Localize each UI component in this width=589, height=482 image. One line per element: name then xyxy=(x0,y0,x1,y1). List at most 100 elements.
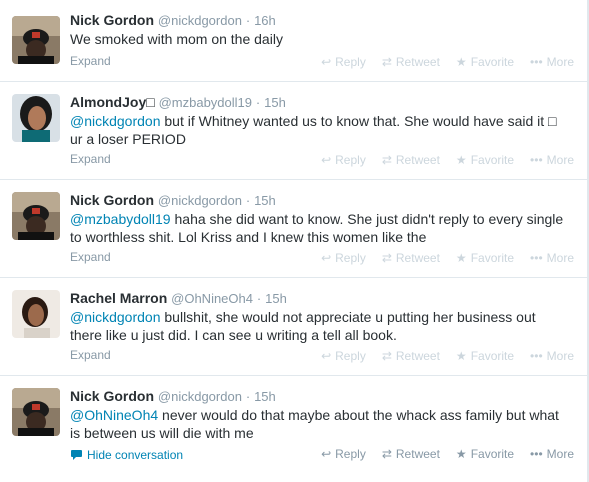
tweet-text: @mzbabydoll19 haha she did want to know.… xyxy=(70,210,575,246)
reply-icon: ↩ xyxy=(321,251,332,265)
more-label: More xyxy=(546,447,574,461)
tweet-header: Nick Gordon @nickdgordon · 16h xyxy=(70,11,276,30)
timestamp[interactable]: 15h xyxy=(265,291,287,306)
timestamp[interactable]: 16h xyxy=(254,13,276,28)
tweet[interactable]: AlmondJoy□ @mzbabydoll19 · 15h @nickdgor… xyxy=(0,82,587,180)
separator: · xyxy=(245,13,251,28)
separator: · xyxy=(245,193,251,208)
username[interactable]: @nickdgordon xyxy=(158,193,242,208)
tweet-text-line: is between us will die with me xyxy=(70,425,254,441)
username[interactable]: @nickdgordon xyxy=(158,13,242,28)
star-icon: ★ xyxy=(455,251,467,265)
reply-button[interactable]: ↩ Reply xyxy=(321,153,366,167)
username[interactable]: @nickdgordon xyxy=(158,389,242,404)
favorite-button[interactable]: ★ Favorite xyxy=(456,55,514,69)
avatar[interactable] xyxy=(12,290,60,338)
reply-button[interactable]: ↩ Reply xyxy=(321,251,366,265)
fullname[interactable]: Nick Gordon xyxy=(70,192,154,208)
hide-conversation-label: Hide conversation xyxy=(87,448,184,462)
mention-link[interactable]: @nickdgordon xyxy=(70,309,161,325)
tweet-text: @nickdgordon but if Whitney wanted us to… xyxy=(70,112,575,148)
favorite-button[interactable]: ★ Favorite xyxy=(456,447,514,461)
tweet[interactable]: Nick Gordon @nickdgordon · 16h We smoked… xyxy=(0,0,587,82)
more-dots-icon: ••• xyxy=(530,153,543,167)
tweet-header: Nick Gordon @nickdgordon · 15h xyxy=(70,387,276,406)
avatar[interactable] xyxy=(12,94,60,142)
favorite-label: Favorite xyxy=(470,349,515,363)
reply-button[interactable]: ↩ Reply xyxy=(321,55,366,69)
reply-label: Reply xyxy=(335,55,366,69)
reply-label: Reply xyxy=(335,251,366,265)
expand-link[interactable]: Expand xyxy=(70,348,111,362)
mention-link[interactable]: @mzbabydoll19 xyxy=(70,211,171,227)
more-button[interactable]: ••• More xyxy=(530,349,574,363)
favorite-label: Favorite xyxy=(470,55,515,69)
tweet-text-body: We smoked with mom on the daily xyxy=(70,31,283,47)
tweet-text-line: to worthless shit. Lol Kriss and I knew … xyxy=(70,229,427,245)
tweet-text-line: there like u just did. I can see u writi… xyxy=(70,327,397,343)
fullname[interactable]: Nick Gordon xyxy=(70,388,154,404)
retweet-label: Retweet xyxy=(395,349,440,363)
favorite-button[interactable]: ★ Favorite xyxy=(456,349,514,363)
username[interactable]: @OhNineOh4 xyxy=(171,291,253,306)
retweet-icon: ⇄ xyxy=(381,153,392,167)
favorite-button[interactable]: ★ Favorite xyxy=(456,153,514,167)
username[interactable]: @mzbabydoll19 xyxy=(159,95,252,110)
fullname[interactable]: AlmondJoy□ xyxy=(70,94,155,110)
retweet-button[interactable]: ⇄ Retweet xyxy=(382,251,440,265)
reply-button[interactable]: ↩ Reply xyxy=(321,447,366,461)
reply-icon: ↩ xyxy=(321,153,332,167)
hide-conversation-link[interactable]: Hide conversation xyxy=(70,448,183,462)
timestamp[interactable]: 15h xyxy=(254,193,276,208)
more-button[interactable]: ••• More xyxy=(530,55,574,69)
speech-bubble-icon xyxy=(71,450,82,460)
retweet-button[interactable]: ⇄ Retweet xyxy=(382,153,440,167)
separator: · xyxy=(255,95,261,110)
more-dots-icon: ••• xyxy=(530,447,543,461)
tweet-text-line: but if Whitney wanted us to know that. S… xyxy=(160,113,557,129)
fullname[interactable]: Nick Gordon xyxy=(70,12,154,28)
more-label: More xyxy=(546,251,574,265)
retweet-label: Retweet xyxy=(395,55,440,69)
more-button[interactable]: ••• More xyxy=(530,447,574,461)
fullname[interactable]: Rachel Marron xyxy=(70,290,167,306)
star-icon: ★ xyxy=(455,153,467,167)
favorite-label: Favorite xyxy=(470,251,515,265)
favorite-label: Favorite xyxy=(470,153,515,167)
expand-link[interactable]: Expand xyxy=(70,54,111,68)
favorite-button[interactable]: ★ Favorite xyxy=(456,251,514,265)
star-icon: ★ xyxy=(455,447,467,461)
mention-link[interactable]: @OhNineOh4 xyxy=(70,407,158,423)
retweet-icon: ⇄ xyxy=(381,55,392,69)
timestamp[interactable]: 15h xyxy=(264,95,286,110)
tweet-header: Nick Gordon @nickdgordon · 15h xyxy=(70,191,276,210)
avatar[interactable] xyxy=(12,192,60,240)
tweet[interactable]: Nick Gordon @nickdgordon · 15h @mzbabydo… xyxy=(0,180,587,278)
tweet-actions: ↩ Reply ⇄ Retweet ★ Favorite ••• More xyxy=(321,251,574,265)
mention-link[interactable]: @nickdgordon xyxy=(70,113,161,129)
expand-link[interactable]: Expand xyxy=(70,250,111,264)
expand-link[interactable]: Expand xyxy=(70,152,111,166)
reply-button[interactable]: ↩ Reply xyxy=(321,349,366,363)
tweet-actions: ↩ Reply ⇄ Retweet ★ Favorite ••• More xyxy=(321,447,574,461)
timestamp[interactable]: 15h xyxy=(254,389,276,404)
more-button[interactable]: ••• More xyxy=(530,153,574,167)
avatar[interactable] xyxy=(12,388,60,436)
retweet-label: Retweet xyxy=(395,251,440,265)
retweet-icon: ⇄ xyxy=(381,447,392,461)
tweet-header: AlmondJoy□ @mzbabydoll19 · 15h xyxy=(70,93,286,112)
reply-label: Reply xyxy=(335,153,366,167)
tweet[interactable]: Rachel Marron @OhNineOh4 · 15h @nickdgor… xyxy=(0,278,587,376)
reply-label: Reply xyxy=(335,447,366,461)
more-label: More xyxy=(546,349,574,363)
avatar[interactable] xyxy=(12,16,60,64)
tweet-actions: ↩ Reply ⇄ Retweet ★ Favorite ••• More xyxy=(321,55,574,69)
retweet-button[interactable]: ⇄ Retweet xyxy=(382,55,440,69)
tweet[interactable]: Nick Gordon @nickdgordon · 15h @OhNineOh… xyxy=(0,376,587,480)
retweet-button[interactable]: ⇄ Retweet xyxy=(382,349,440,363)
conversation-timeline: Nick Gordon @nickdgordon · 16h We smoked… xyxy=(0,0,589,482)
more-button[interactable]: ••• More xyxy=(530,251,574,265)
retweet-button[interactable]: ⇄ Retweet xyxy=(382,447,440,461)
retweet-icon: ⇄ xyxy=(381,349,392,363)
tweet-actions: ↩ Reply ⇄ Retweet ★ Favorite ••• More xyxy=(321,153,574,167)
